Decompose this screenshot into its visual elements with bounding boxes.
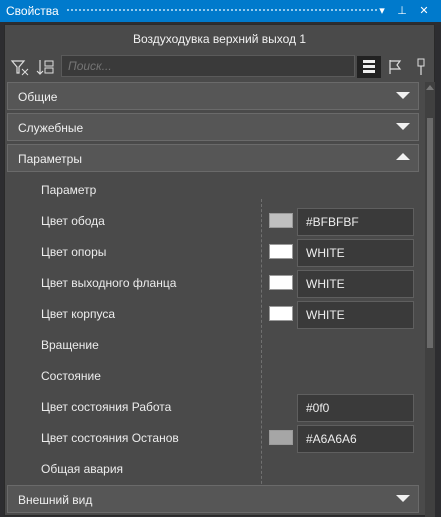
property-row[interactable]: Цвет выходного фланца WHITE xyxy=(7,268,419,299)
property-name: Цвет состояния Останов xyxy=(41,431,179,445)
property-name: Параметр xyxy=(41,183,97,197)
property-value[interactable]: WHITE xyxy=(297,239,414,267)
property-row: Параметр xyxy=(7,175,419,206)
filter-icon[interactable] xyxy=(7,56,31,78)
property-row: Состояние xyxy=(7,361,419,392)
property-value[interactable]: #A6A6A6 xyxy=(297,425,414,453)
drag-grip[interactable] xyxy=(66,8,379,13)
property-row[interactable]: Цвет корпуса WHITE xyxy=(7,299,419,330)
chevron-down-icon xyxy=(396,495,410,502)
flag-icon[interactable] xyxy=(383,56,407,78)
property-name: Цвет выходного фланца xyxy=(41,276,177,290)
section-label: Служебные xyxy=(18,121,84,135)
chevron-down-icon xyxy=(396,92,410,99)
search-input[interactable] xyxy=(61,55,355,77)
window-titlebar: Свойства ▾ ⊥ ✕ xyxy=(0,0,441,22)
toolbar xyxy=(5,54,434,80)
scrollbar-thumb[interactable] xyxy=(427,118,433,348)
chevron-up-icon xyxy=(396,153,410,160)
property-name: Вращение xyxy=(41,338,99,352)
color-swatch[interactable] xyxy=(269,244,293,259)
vertical-scrollbar[interactable] xyxy=(425,82,435,517)
property-row[interactable]: Цвет обода #BFBFBF xyxy=(7,206,419,237)
property-name: Цвет состояния Работа xyxy=(41,400,172,414)
property-name: Цвет обода xyxy=(41,214,105,228)
pin-icon[interactable]: ⊥ xyxy=(394,3,410,19)
property-row[interactable]: Цвет состояния Останов #A6A6A6 xyxy=(7,423,419,454)
section-service[interactable]: Служебные xyxy=(7,113,419,141)
property-name: Цвет корпуса xyxy=(41,307,115,321)
window-title: Свойства xyxy=(6,4,59,18)
property-value[interactable]: #0f0 xyxy=(297,394,414,422)
scroll-up-arrow-icon[interactable] xyxy=(426,85,434,90)
property-name: Общая авария xyxy=(41,462,124,476)
dropdown-icon[interactable]: ▾ xyxy=(374,3,390,19)
section-label: Общие xyxy=(18,90,58,104)
property-name: Состояние xyxy=(41,369,101,383)
properties-content: Общие Служебные Параметры Параметр Цвет … xyxy=(5,82,423,517)
property-value[interactable]: WHITE xyxy=(297,270,414,298)
chevron-down-icon xyxy=(396,123,410,130)
section-label: Параметры xyxy=(18,152,82,166)
section-params[interactable]: Параметры xyxy=(7,144,419,172)
property-value[interactable]: WHITE xyxy=(297,301,414,329)
section-appearance[interactable]: Внешний вид xyxy=(7,485,419,513)
color-swatch[interactable] xyxy=(269,430,293,445)
property-row: Вращение xyxy=(7,330,419,361)
sort-icon[interactable] xyxy=(33,56,57,78)
properties-panel: Воздуходувка верхний выход 1 Общие Служе… xyxy=(4,24,435,517)
property-row: Общая авария xyxy=(7,454,419,485)
color-swatch[interactable] xyxy=(269,275,293,290)
color-swatch[interactable] xyxy=(269,213,293,228)
property-row[interactable]: Цвет состояния Работа #0f0 xyxy=(7,392,419,423)
close-icon[interactable]: ✕ xyxy=(416,3,432,19)
section-general[interactable]: Общие xyxy=(7,82,419,110)
pin-tool-icon[interactable] xyxy=(409,56,433,78)
section-label: Внешний вид xyxy=(18,493,93,507)
object-title: Воздуходувка верхний выход 1 xyxy=(132,32,307,46)
color-swatch[interactable] xyxy=(269,306,293,321)
list-view-icon[interactable] xyxy=(357,56,381,78)
property-name: Цвет опоры xyxy=(41,245,107,259)
property-row[interactable]: Цвет опоры WHITE xyxy=(7,237,419,268)
property-value[interactable]: #BFBFBF xyxy=(297,208,414,236)
